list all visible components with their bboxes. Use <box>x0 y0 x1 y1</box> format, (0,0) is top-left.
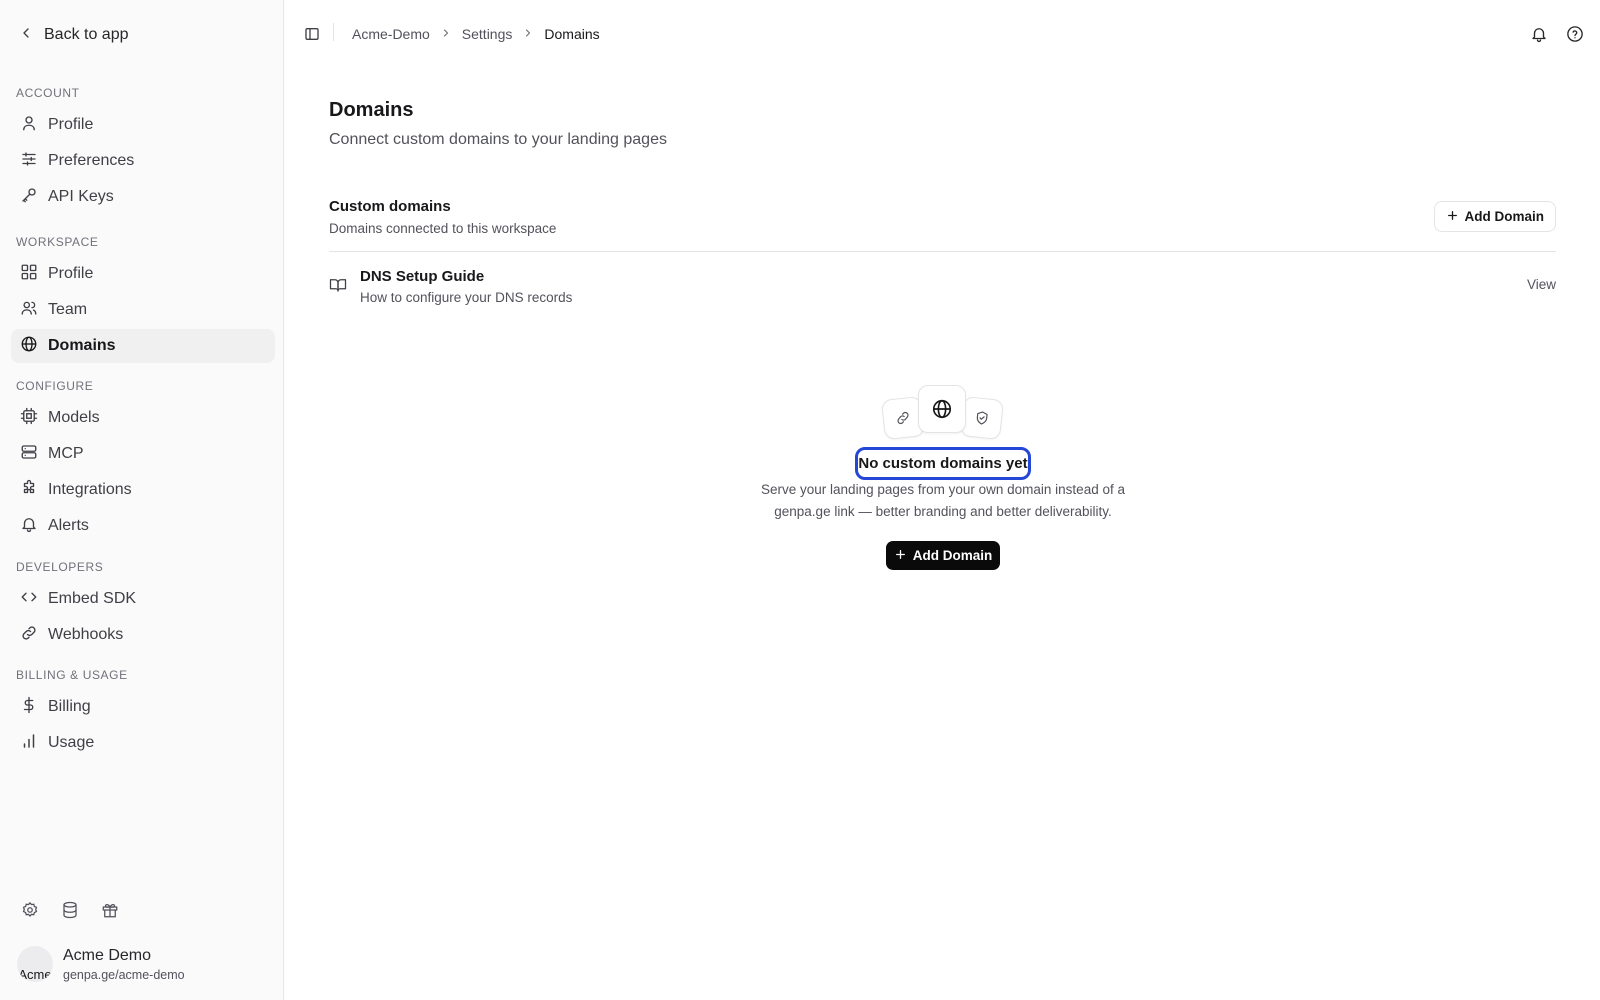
server-icon <box>20 443 38 466</box>
grid-icon <box>20 263 38 286</box>
view-link[interactable]: View <box>1527 277 1556 292</box>
empty-state-description: Serve your landing pages from your own d… <box>761 482 1125 519</box>
settings-icon[interactable] <box>21 901 39 919</box>
sidebar-item-billing[interactable]: Billing <box>11 690 275 724</box>
globe-icon <box>918 385 966 433</box>
sidebar-item-label: API Keys <box>48 188 114 205</box>
sidebar-item-label: Embed SDK <box>48 590 137 607</box>
breadcrumb-item-settings[interactable]: Settings <box>462 26 513 42</box>
page-title: Domains <box>329 99 414 121</box>
chevron-right-icon <box>522 26 534 42</box>
dns-guide-subtitle: How to configure your DNS records <box>360 290 573 305</box>
sliders-icon <box>20 150 38 173</box>
divider <box>333 23 334 41</box>
user-info: Acme Demo genpa.ge/acme-demo <box>63 947 185 982</box>
puzzle-icon <box>20 479 38 502</box>
back-to-app-link[interactable]: Back to app <box>18 23 129 47</box>
sidebar-footer-icons <box>21 901 119 919</box>
topbar: Acme-Demo Settings Domains <box>284 0 1600 70</box>
sidebar-item-label: Alerts <box>48 517 89 534</box>
sidebar-item-label: Usage <box>48 734 95 751</box>
shield-check-icon <box>960 396 1004 440</box>
group-label-developers: DEVELOPERS <box>16 560 104 574</box>
section-subtitle: Domains connected to this workspace <box>329 221 557 236</box>
sidebar-item-label: Preferences <box>48 152 135 169</box>
breadcrumb-item-domains: Domains <box>544 26 600 42</box>
sidebar-item-label: Billing <box>48 698 91 715</box>
sidebar-item-domains[interactable]: Domains <box>11 329 275 363</box>
gift-icon[interactable] <box>101 901 119 919</box>
sidebar-item-models[interactable]: Models <box>11 401 275 435</box>
avatar: Acme <box>17 946 53 982</box>
section-divider <box>329 251 1556 252</box>
topbar-actions <box>1530 25 1584 43</box>
section-title: Custom domains <box>329 198 451 215</box>
book-icon <box>329 276 347 294</box>
bell-icon <box>20 515 38 538</box>
user-name: Acme Demo <box>63 946 152 964</box>
user-icon <box>20 114 38 137</box>
sidebar-item-label: Integrations <box>48 481 132 498</box>
sidebar-item-alerts[interactable]: Alerts <box>11 509 275 543</box>
chevron-left-icon <box>18 25 34 46</box>
sidebar-item-webhooks[interactable]: Webhooks <box>11 618 275 652</box>
sidebar-item-integrations[interactable]: Integrations <box>11 473 275 507</box>
add-domain-label: Add Domain <box>912 548 993 563</box>
sidebar-item-api-keys[interactable]: API Keys <box>11 180 275 214</box>
sidebar-item-label: MCP <box>48 445 84 462</box>
empty-state-illustration <box>880 385 1006 441</box>
key-icon <box>20 186 38 209</box>
user-profile[interactable]: Acme Acme Demo genpa.ge/acme-demo <box>17 946 185 982</box>
sidebar-item-account-profile[interactable]: Profile <box>11 108 275 142</box>
group-label-configure: CONFIGURE <box>16 379 94 393</box>
globe-icon <box>20 335 38 358</box>
sidebar: Back to app ACCOUNT Profile Preferences … <box>0 0 284 1000</box>
sidebar-item-label: Models <box>48 409 100 426</box>
back-to-app-label: Back to app <box>44 26 129 43</box>
dns-guide-title: DNS Setup Guide <box>360 268 485 285</box>
breadcrumb: Acme-Demo Settings Domains <box>352 26 600 42</box>
sidebar-item-workspace-profile[interactable]: Profile <box>11 257 275 291</box>
sidebar-item-label: Profile <box>48 265 94 282</box>
sidebar-toggle-icon[interactable] <box>304 26 322 44</box>
cpu-icon <box>20 407 38 430</box>
add-domain-primary-button[interactable]: Add Domain <box>886 541 1000 570</box>
group-label-billing-usage: BILLING & USAGE <box>16 668 128 682</box>
sidebar-item-team[interactable]: Team <box>11 293 275 327</box>
sidebar-item-preferences[interactable]: Preferences <box>11 144 275 178</box>
sidebar-item-label: Team <box>48 301 88 318</box>
users-icon <box>20 299 38 322</box>
sidebar-item-label: Domains <box>48 337 116 354</box>
add-domain-button[interactable]: Add Domain <box>1433 201 1556 232</box>
sidebar-item-label: Webhooks <box>48 626 124 643</box>
page-subtitle: Connect custom domains to your landing p… <box>329 131 667 148</box>
help-icon[interactable] <box>1566 25 1584 43</box>
link-icon <box>20 624 38 647</box>
group-label-account: ACCOUNT <box>16 86 80 100</box>
plus-icon <box>1446 209 1459 225</box>
sidebar-item-mcp[interactable]: MCP <box>11 437 275 471</box>
sidebar-item-embed-sdk[interactable]: Embed SDK <box>11 582 275 616</box>
group-label-workspace: WORKSPACE <box>16 235 99 249</box>
dollar-icon <box>20 696 38 719</box>
sidebar-item-label: Profile <box>48 116 94 133</box>
sidebar-item-usage[interactable]: Usage <box>11 726 275 760</box>
code-icon <box>20 588 38 611</box>
empty-state-title: No custom domains yet <box>855 447 1031 480</box>
bar-chart-icon <box>20 732 38 755</box>
bell-icon[interactable] <box>1530 25 1548 43</box>
user-url: genpa.ge/acme-demo <box>63 967 185 982</box>
breadcrumb-item-acme-demo[interactable]: Acme-Demo <box>352 26 430 42</box>
chevron-right-icon <box>440 26 452 42</box>
database-icon[interactable] <box>61 901 79 919</box>
dns-guide-row: DNS Setup Guide How to configure your DN… <box>329 264 1556 308</box>
plus-icon <box>894 548 907 564</box>
add-domain-label: Add Domain <box>1464 209 1545 224</box>
